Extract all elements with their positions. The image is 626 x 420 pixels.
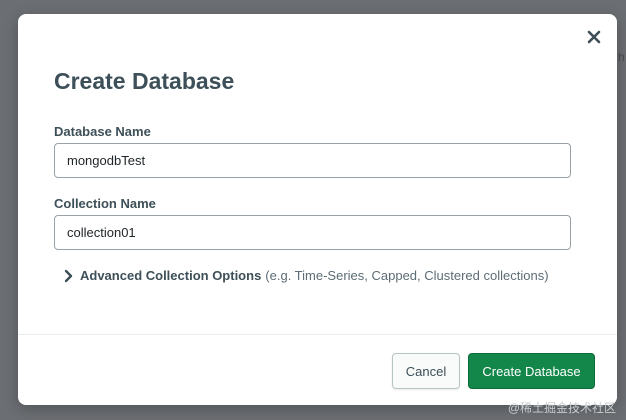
dialog-footer: Cancel Create Database [18, 334, 617, 405]
cancel-button[interactable]: Cancel [392, 353, 460, 389]
chevron-right-icon [62, 269, 76, 283]
advanced-options-label: Advanced Collection Options [80, 268, 262, 283]
database-name-input[interactable] [54, 143, 571, 178]
create-database-button[interactable]: Create Database [468, 353, 595, 389]
advanced-collection-options-toggle[interactable]: Advanced Collection Options (e.g. Time-S… [62, 268, 549, 283]
advanced-options-hint: (e.g. Time-Series, Capped, Clustered col… [265, 268, 549, 283]
dialog-title: Create Database [54, 68, 235, 94]
close-icon [587, 30, 601, 44]
collection-name-input[interactable] [54, 215, 571, 250]
watermark: @稀土掘金技术社区 [507, 401, 616, 415]
close-button[interactable] [587, 30, 601, 44]
collection-name-label: Collection Name [54, 196, 156, 211]
database-name-label: Database Name [54, 124, 151, 139]
background-page-text: h [618, 50, 625, 64]
create-database-dialog: Create Database Database Name Collection… [18, 14, 617, 405]
